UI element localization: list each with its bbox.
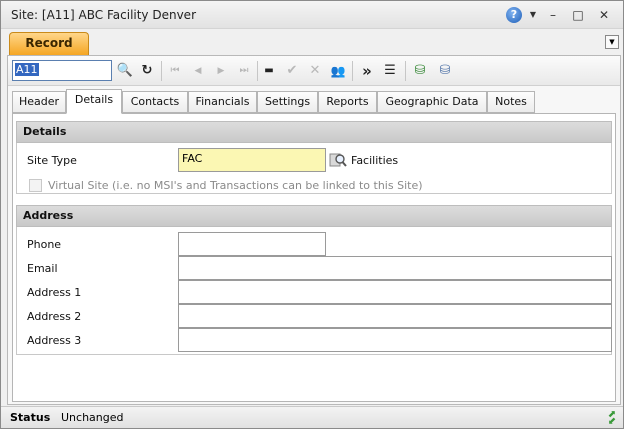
tab-details[interactable]: Details (66, 89, 122, 114)
details-section-header: Details (16, 121, 612, 143)
next-record-icon: ▶ (217, 66, 225, 76)
virtual-site-checkbox (29, 179, 42, 192)
search-icon[interactable]: 🔍 (115, 61, 135, 81)
tab-financials[interactable]: Financials (188, 91, 257, 113)
record-tab[interactable]: Record (9, 32, 89, 55)
title-bar: Site: [A11] ABC Facility Denver ? ▼ – □ … (1, 1, 623, 29)
toolbar-separator (405, 61, 406, 81)
more-icon[interactable]: » (357, 61, 377, 81)
address-3-field[interactable] (178, 328, 612, 352)
site-code-value: A11 (15, 63, 39, 76)
accept-icon: ✔ (286, 63, 298, 78)
window-title: Site: [A11] ABC Facility Denver (11, 8, 196, 22)
tab-contacts[interactable]: Contacts (122, 91, 188, 113)
record-panel: A11 🔍 ↻ ⏮ ◀ ▶ ⏭ ▬ ✔ ✕ 👥 » ☰ ⛁ ⛁ Header D… (7, 55, 621, 405)
site-window: Site: [A11] ABC Facility Denver ? ▼ – □ … (0, 0, 624, 429)
address-3-label: Address 3 (27, 334, 82, 347)
address-1-label: Address 1 (27, 286, 82, 299)
address-section: Phone Email Address 1 Address 2 Address … (16, 227, 612, 355)
email-label: Email (27, 262, 58, 275)
address-section-header: Address (16, 205, 612, 227)
maximize-icon[interactable]: □ (571, 7, 585, 23)
tab-header[interactable]: Header (12, 91, 66, 113)
phone-label: Phone (27, 238, 62, 251)
site-type-description: Facilities (351, 154, 399, 167)
first-record-icon: ⏮ (170, 65, 180, 76)
details-tab-body: Details Site Type FAC Facilities Virtual… (12, 113, 616, 402)
list-icon[interactable]: ☰ (380, 61, 400, 81)
add-database-icon[interactable]: ⛁ (410, 61, 430, 81)
chevron-down-icon[interactable]: ▼ (528, 7, 538, 23)
panel-tabstrip: Record ▼ (7, 31, 621, 55)
site-type-field[interactable]: FAC (178, 148, 326, 172)
users-icon[interactable]: 👥 (328, 61, 348, 81)
site-type-label: Site Type (27, 154, 77, 167)
lookup-icon[interactable] (329, 151, 347, 169)
resize-grip-icon[interactable]: ⬈ ⬋ (605, 410, 619, 427)
record-tabs: Header Details Contacts Financials Setti… (12, 89, 620, 114)
virtual-site-label: Virtual Site (i.e. no MSI's and Transact… (48, 179, 423, 192)
close-icon[interactable]: ✕ (597, 7, 611, 23)
tab-notes[interactable]: Notes (487, 91, 535, 113)
toolbar-separator (352, 61, 353, 81)
address-1-field[interactable] (178, 280, 612, 304)
tab-geographic-data[interactable]: Geographic Data (377, 91, 487, 113)
toolbar-separator (257, 61, 258, 81)
site-code-input[interactable]: A11 (12, 60, 112, 81)
help-icon[interactable]: ? (506, 7, 522, 23)
database-icon[interactable]: ⛁ (435, 61, 455, 81)
status-label: Status (10, 411, 51, 424)
delete-icon[interactable]: ▬ (259, 61, 279, 81)
last-record-icon: ⏭ (239, 65, 249, 76)
tab-settings[interactable]: Settings (257, 91, 318, 113)
details-section: Site Type FAC Facilities Virtual Site (i… (16, 143, 612, 194)
address-2-label: Address 2 (27, 310, 82, 323)
address-2-field[interactable] (178, 304, 612, 328)
status-bar: Status Unchanged ⬈ ⬋ (1, 406, 623, 428)
record-toolbar: A11 🔍 ↻ ⏮ ◀ ▶ ⏭ ▬ ✔ ✕ 👥 » ☰ ⛁ ⛁ (8, 56, 620, 86)
cancel-icon: ✕ (309, 63, 321, 78)
panel-menu-icon[interactable]: ▼ (605, 35, 619, 49)
refresh-icon[interactable]: ↻ (137, 61, 157, 81)
minimize-icon[interactable]: – (546, 7, 560, 23)
phone-field[interactable] (178, 232, 326, 256)
toolbar-separator (161, 61, 162, 81)
email-field[interactable] (178, 256, 612, 280)
tab-reports[interactable]: Reports (318, 91, 377, 113)
previous-record-icon: ◀ (194, 66, 202, 76)
status-value: Unchanged (61, 411, 124, 424)
